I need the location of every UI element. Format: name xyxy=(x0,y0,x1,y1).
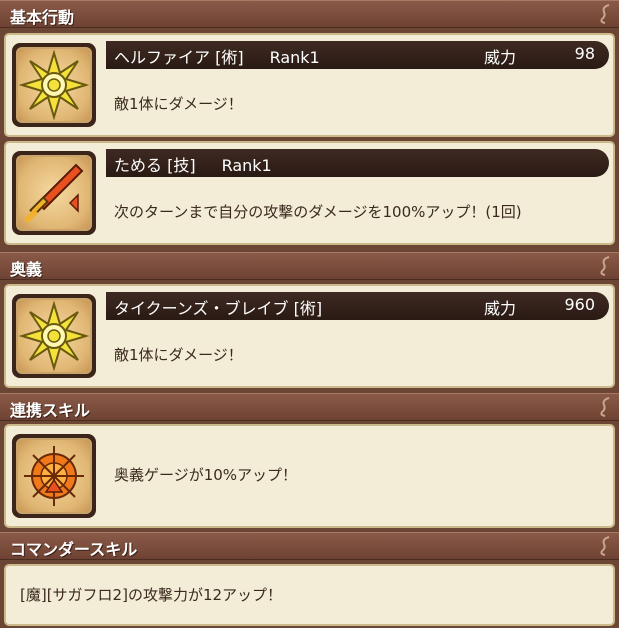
section-title-ougi: 奥義 xyxy=(10,260,43,279)
skill-icon-frame xyxy=(12,151,96,235)
power-label: 威力 xyxy=(484,299,517,318)
section-header-renkei: 連携スキル xyxy=(0,393,619,421)
skill-card-hellfire[interactable]: ヘルファイア [術] Rank1 威力 98 敵1体にダメージ！ xyxy=(4,33,615,137)
commander-description: [魔][サガフロ2]の攻撃力が12アップ！ xyxy=(20,586,283,604)
skill-description: 敵1体にダメージ！ xyxy=(114,346,243,364)
curl-ornament-icon xyxy=(600,397,610,417)
section-title-basic: 基本行動 xyxy=(10,8,75,27)
sword-powerup-icon xyxy=(23,163,84,224)
section-header-basic: 基本行動 xyxy=(0,0,619,28)
skill-rank: Rank1 xyxy=(221,156,272,175)
skill-name: タイクーンズ・ブレイブ [術] xyxy=(114,299,323,318)
skill-name: ためる [技] xyxy=(114,156,196,175)
power-value: 98 xyxy=(574,44,595,63)
skill-card-commander[interactable]: [魔][サガフロ2]の攻撃力が12アップ！ xyxy=(4,564,615,626)
skill-card-renkei[interactable]: 奥義ゲージが10%アップ！ xyxy=(4,424,615,528)
skill-description: 奥義ゲージが10%アップ！ xyxy=(114,466,298,484)
curl-ornament-icon xyxy=(600,536,610,556)
skill-name-bar: ヘルファイア [術] Rank1 威力 98 xyxy=(106,41,609,69)
skill-card-tycoons-brave[interactable]: タイクーンズ・ブレイブ [術] 威力 960 敵1体にダメージ！ xyxy=(4,284,615,388)
skill-name: ヘルファイア [術] xyxy=(114,48,244,67)
section-header-ougi: 奥義 xyxy=(0,252,619,280)
skill-description: 敵1体にダメージ！ xyxy=(114,95,243,113)
skill-name-bar: タイクーンズ・ブレイブ [術] 威力 960 xyxy=(106,292,609,320)
skill-icon-frame xyxy=(12,43,96,127)
section-title-renkei: 連携スキル xyxy=(10,401,91,420)
skill-detail-page: 基本行動 ヘルファイア [術] Rank1 威力 98 敵1体にダメージ！ ため… xyxy=(0,0,619,628)
skill-rank: Rank1 xyxy=(269,48,320,67)
compass-powerup-icon xyxy=(24,446,84,506)
star-burst-icon xyxy=(18,49,90,121)
curl-ornament-icon xyxy=(600,4,610,24)
skill-icon-frame xyxy=(12,434,96,518)
star-burst-icon xyxy=(18,300,90,372)
curl-ornament-icon xyxy=(600,256,610,276)
section-title-commander: コマンダースキル xyxy=(10,540,138,559)
power-value: 960 xyxy=(564,295,595,314)
skill-description: 次のターンまで自分の攻撃のダメージを100%アップ！(1回) xyxy=(114,203,522,221)
power-label: 威力 xyxy=(484,48,517,67)
skill-name-bar: ためる [技] Rank1 xyxy=(106,149,609,177)
skill-icon-frame xyxy=(12,294,96,378)
skill-card-tameru[interactable]: ためる [技] Rank1 次のターンまで自分の攻撃のダメージを100%アップ！(… xyxy=(4,141,615,245)
section-header-commander: コマンダースキル xyxy=(0,532,619,560)
